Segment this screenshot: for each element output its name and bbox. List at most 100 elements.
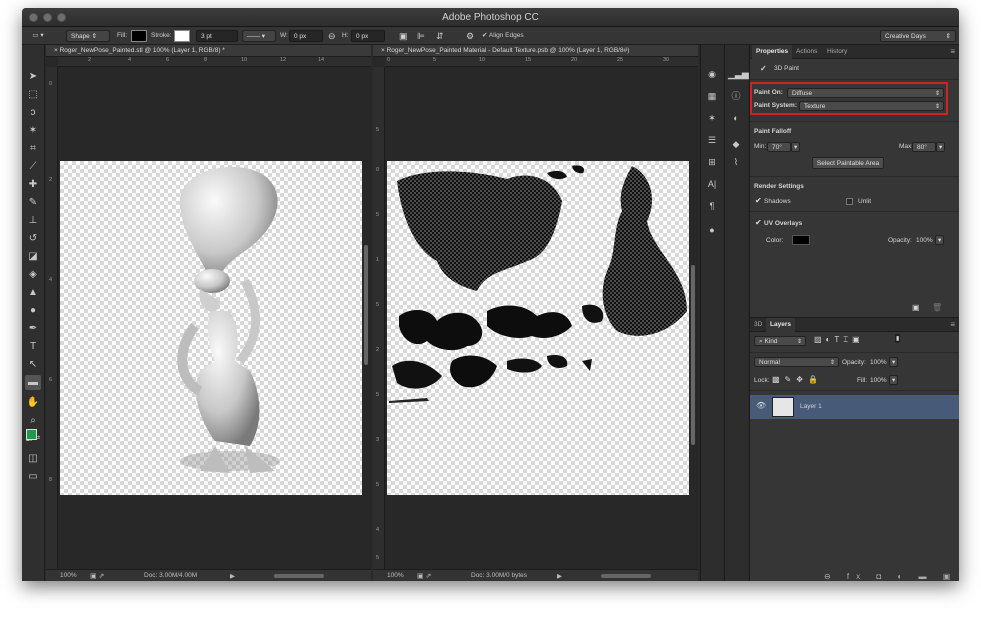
new-3d-object-icon[interactable]: ▣ [912,303,920,312]
marquee-tool-icon[interactable]: ⬚ [25,87,41,102]
vertical-scrollbar-2[interactable] [691,265,695,445]
channels-icon[interactable]: ⌇ [728,155,744,169]
shadows-checkbox[interactable]: ✔ [755,196,762,205]
styles-icon[interactable]: ◆ [728,137,744,151]
path-operations-icon[interactable]: ▣ [399,30,408,42]
adjustments-icon[interactable]: ☰ [704,133,720,147]
texture-canvas[interactable] [387,161,689,495]
uv-overlays-checkbox[interactable]: ✔ [755,218,762,227]
behance-icon[interactable]: ● [704,223,720,237]
status-menu-arrow-icon[interactable]: ▶ [230,572,235,580]
trash-icon[interactable]: 🗑 [932,303,942,312]
brush-tool-icon[interactable]: ✎ [25,195,41,210]
screen-mode-icon[interactable]: ▭ [25,469,41,484]
cloud-status-icon[interactable]: ▣ ⇗ [417,572,431,580]
magic-wand-tool-icon[interactable]: ✶ [25,123,41,138]
overlay-opacity-value[interactable]: 100% [916,237,933,244]
path-arrangement-icon[interactable]: ⇵ [436,30,444,42]
quick-mask-icon[interactable]: ◫ [25,451,41,466]
layer-row[interactable]: 👁 Layer 1 [750,395,959,419]
eye-icon[interactable]: 👁 [756,401,766,410]
ruler-tick: 8 [49,477,53,483]
horizontal-scrollbar-2[interactable] [601,574,651,578]
eraser-tool-icon[interactable]: ◪ [25,249,41,264]
layer-fill-value[interactable]: 100% [870,377,887,384]
layer-filter-icons[interactable]: ▨◐T⌶▣ [814,335,864,345]
document-tab-2-label: Roger_NewPose_Painted Material - Default… [386,47,630,54]
filter-kind-select[interactable]: ⌕ Kind ⇕ [754,336,806,346]
info-icon[interactable]: ⓘ [728,89,744,103]
align-edges-checkbox[interactable]: ✔ Align Edges [482,30,524,42]
blur-tool-icon[interactable]: ▲ [25,285,41,300]
hand-tool-icon[interactable]: ✋ [25,395,41,410]
crop-tool-icon[interactable]: ⌗ [25,141,41,156]
type-tool-icon[interactable]: T [25,339,41,354]
select-paintable-area-button[interactable]: Select Paintable Area [812,157,884,169]
panel-menu-icon[interactable]: ≡ [950,318,955,332]
move-tool-icon[interactable]: ➤ [25,69,41,84]
layer-fill-dropdown[interactable]: ▾ [889,375,898,385]
paint-on-select[interactable]: Diffuse ⇕ [787,88,944,98]
document-tab-2[interactable]: × Roger_NewPose_Painted Material - Defau… [373,45,629,57]
rectangle-tool-icon[interactable]: ▬ [25,375,41,390]
path-selection-tool-icon[interactable]: ↖ [25,357,41,372]
lock-options-icons[interactable]: ▩✎✥🔒 [772,375,823,384]
tab-history[interactable]: History [827,45,847,59]
layer-opacity-dropdown[interactable]: ▾ [889,357,898,367]
lasso-tool-icon[interactable]: ↄ [25,105,41,120]
width-field[interactable]: 0 px [289,30,323,42]
workspace-select[interactable]: Creative Days ⇕ [880,30,956,42]
stroke-size-field[interactable]: 3 pt [196,30,238,42]
link-icon[interactable]: ⊖ [328,30,336,42]
layer-footer-icons[interactable]: ⊖ fx ◘ ◐ ▬ ▣ 🗑 [824,572,959,581]
paragraph-icon[interactable]: ¶ [704,199,720,213]
vertical-scrollbar-1[interactable] [364,245,368,365]
model-canvas[interactable] [60,161,362,495]
layer-opacity-value[interactable]: 100% [870,359,887,366]
brush-presets-icon[interactable]: ✶ [704,111,720,125]
filter-toggle-icon[interactable]: ▮ [895,334,901,343]
stroke-swatch[interactable] [174,30,190,42]
tab-layers[interactable]: Layers [766,318,795,332]
swatches-icon[interactable]: ▦ [704,89,720,103]
dodge-tool-icon[interactable]: ● [25,303,41,318]
tab-properties[interactable]: Properties [752,45,793,59]
unlit-checkbox[interactable] [846,197,853,206]
clone-stamp-tool-icon[interactable]: ⊥ [25,213,41,228]
healing-brush-tool-icon[interactable]: ✚ [25,177,41,192]
character-icon[interactable]: A| [704,177,720,191]
height-field[interactable]: 0 px [351,30,385,42]
horizontal-scrollbar-1[interactable] [274,574,324,578]
shape-mode-select[interactable]: Shape ⇕ [66,30,110,42]
paths-icon[interactable]: ⊞ [704,155,720,169]
3d-panel-icon[interactable]: ◉ [704,67,720,81]
paint-bucket-tool-icon[interactable]: ◈ [25,267,41,282]
overlay-opacity-dropdown[interactable]: ▾ [935,235,944,245]
max-dropdown[interactable]: ▾ [936,142,945,152]
min-field[interactable]: 70° [767,142,791,152]
path-alignment-icon[interactable]: ⊫ [417,30,425,42]
status-menu-arrow-icon[interactable]: ▶ [557,572,562,580]
panel-menu-icon[interactable]: ≡ [950,45,955,59]
zoom-tool-icon[interactable]: ⌕ [25,413,41,428]
tab-3d[interactable]: 3D [754,318,762,332]
tab-actions[interactable]: Actions [796,45,817,59]
fill-swatch[interactable] [131,30,147,42]
blend-mode-select[interactable]: Normal ⇕ [754,357,839,367]
pen-tool-icon[interactable]: ✒ [25,321,41,336]
overlay-color-swatch[interactable] [792,235,810,245]
cloud-status-icon[interactable]: ▣ ⇗ [90,572,104,580]
document-tab-1[interactable]: × Roger_NewPose_Painted.stl @ 100% (Laye… [46,45,225,57]
tool-preset-picker[interactable]: ▭ ▾ [28,30,48,42]
min-dropdown[interactable]: ▾ [791,142,800,152]
paint-system-select[interactable]: Texture ⇕ [799,101,944,111]
eyedropper-tool-icon[interactable]: ⟋ [25,159,41,174]
stroke-type-select[interactable]: —— ▾ [242,30,276,42]
navigator-icon[interactable]: ◐ [728,111,744,125]
gear-icon[interactable]: ⚙ [466,30,474,42]
foreground-color-swatch[interactable] [26,429,37,440]
paint-system-label: Paint System: [754,102,797,109]
history-brush-tool-icon[interactable]: ↺ [25,231,41,246]
max-field[interactable]: 80° [912,142,936,152]
histogram-icon[interactable]: ▁▃▅ [728,67,749,81]
